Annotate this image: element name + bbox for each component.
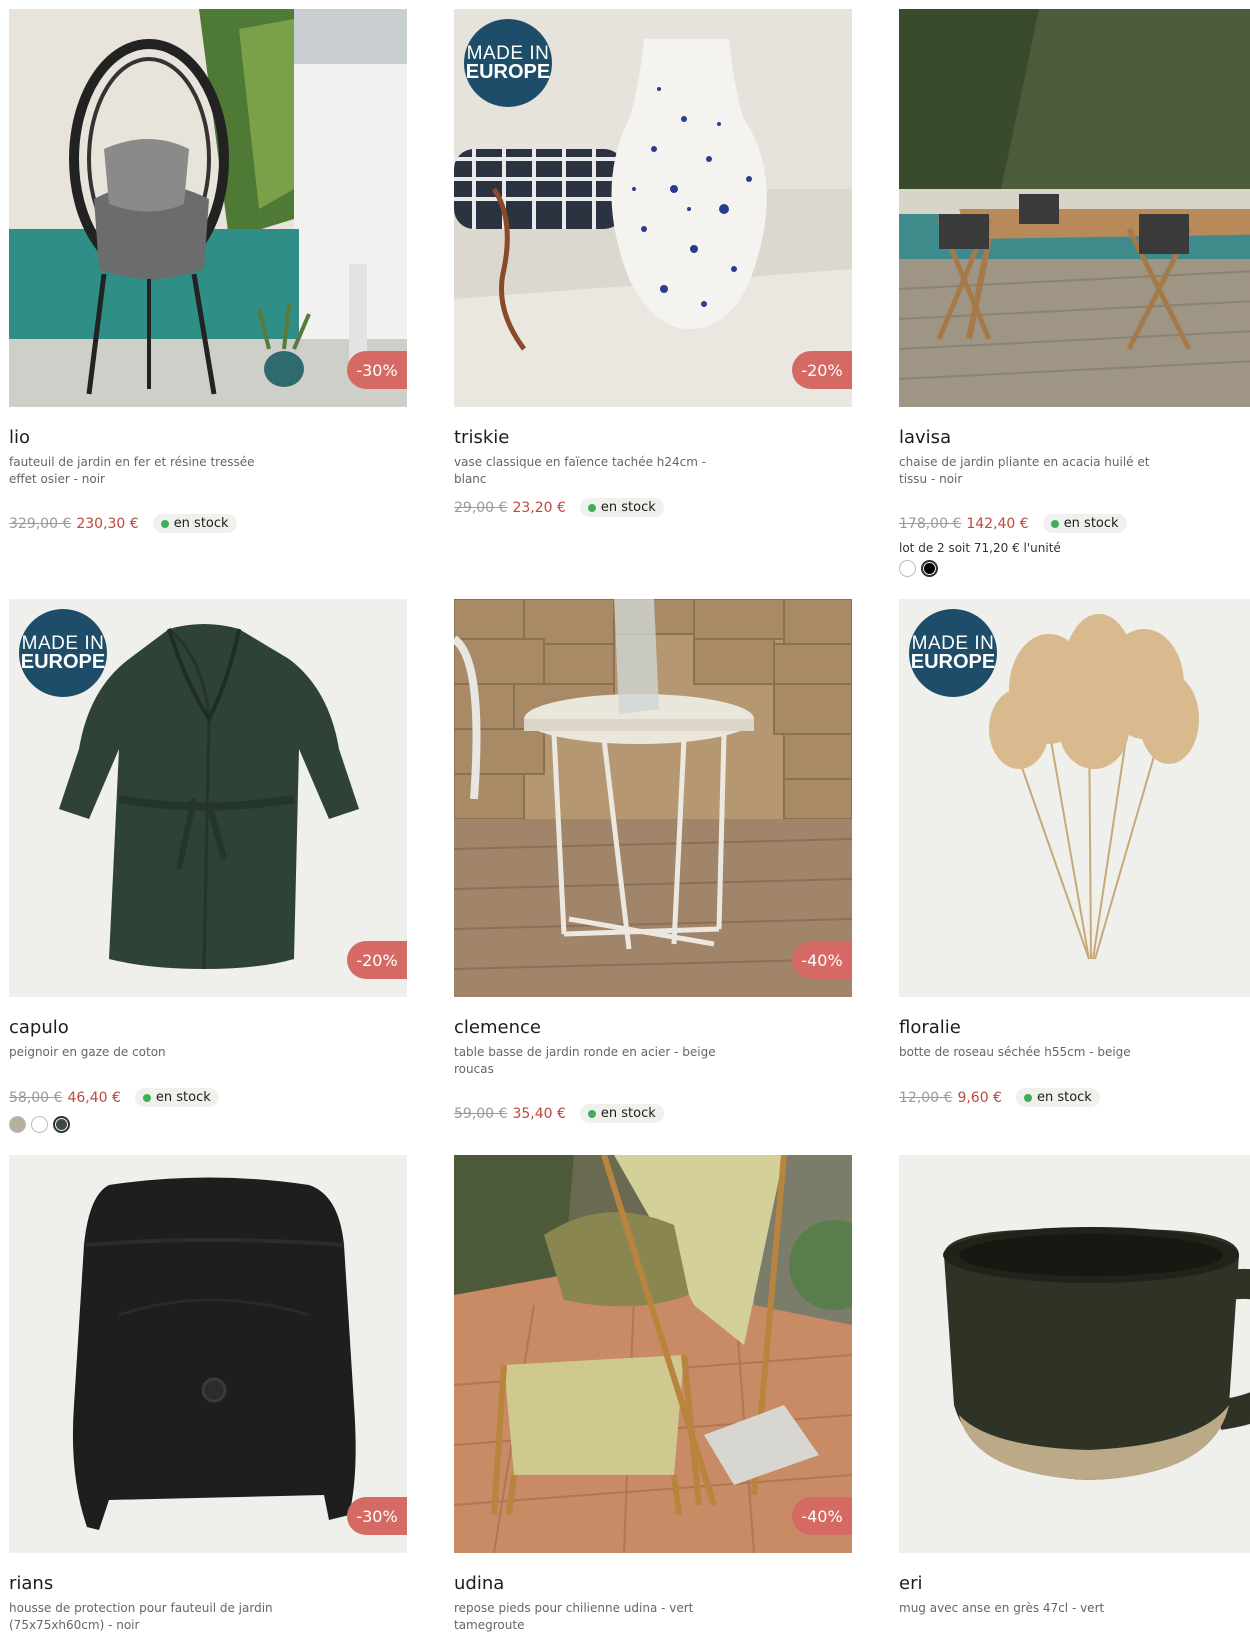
product-image-triskie[interactable]: MADE IN EUROPE -20% bbox=[454, 9, 852, 407]
swatch-white[interactable] bbox=[899, 560, 916, 577]
product-name[interactable]: eri bbox=[899, 1573, 922, 1594]
sale-price: 46,40 € bbox=[67, 1089, 121, 1106]
price-row: 58,00 € 46,40 € en stock bbox=[9, 1088, 219, 1107]
discount-badge: -30% bbox=[347, 1497, 407, 1535]
price-row: 29,00 € 23,20 € en stock bbox=[454, 498, 664, 517]
color-swatches bbox=[899, 560, 938, 577]
product-card-triskie[interactable]: MADE IN EUROPE -20% triskie vase classiqu… bbox=[454, 9, 852, 517]
discount-badge: -40% bbox=[792, 941, 852, 979]
old-price: 329,00 € bbox=[9, 515, 72, 532]
product-description: housse de protection pour fauteuil de ja… bbox=[9, 1601, 273, 1632]
price-row: 178,00 € 142,40 € en stock bbox=[899, 514, 1127, 533]
product-card-udina[interactable]: -40% udina repose pieds pour chilienne u… bbox=[454, 1155, 852, 1632]
swatch-black[interactable] bbox=[921, 560, 938, 577]
old-price: 178,00 € bbox=[899, 515, 962, 532]
product-image-clemence[interactable]: -40% bbox=[454, 599, 852, 997]
sale-price: 35,40 € bbox=[512, 1105, 566, 1122]
discount-badge: -30% bbox=[347, 351, 407, 389]
price-row: 329,00 € 230,30 € en stock bbox=[9, 514, 237, 533]
lot-price-note: lot de 2 soit 71,20 € l'unité bbox=[899, 541, 1061, 555]
price-row: 12,00 € 9,60 € en stock bbox=[899, 1088, 1100, 1107]
stock-badge: en stock bbox=[1042, 514, 1127, 533]
product-description: mug avec anse en grès 47cl - vert bbox=[899, 1601, 1105, 1615]
product-name[interactable]: lavisa bbox=[899, 427, 951, 448]
product-description: fauteuil de jardin en fer et résine tres… bbox=[9, 455, 255, 486]
product-name[interactable]: lio bbox=[9, 427, 30, 448]
product-description: botte de roseau séchée h55cm - beige bbox=[899, 1045, 1131, 1059]
product-description: chaise de jardin pliante en acacia huilé… bbox=[899, 455, 1150, 486]
product-name[interactable]: rians bbox=[9, 1573, 53, 1594]
product-card-lavisa[interactable]: lavisa chaise de jardin pliante en acaci… bbox=[899, 9, 1250, 577]
old-price: 58,00 € bbox=[9, 1089, 63, 1106]
product-name[interactable]: triskie bbox=[454, 427, 509, 448]
color-swatches bbox=[9, 1116, 70, 1133]
chair-cover-image bbox=[9, 1155, 407, 1553]
old-price: 59,00 € bbox=[454, 1105, 508, 1122]
product-image-udina[interactable]: -40% bbox=[454, 1155, 852, 1553]
stock-badge: en stock bbox=[152, 514, 237, 533]
sale-price: 23,20 € bbox=[512, 499, 566, 516]
product-card-capulo[interactable]: MADE IN EUROPE -20% capulo peignoir en ga… bbox=[9, 599, 407, 1133]
made-in-europe-badge: MADE IN EUROPE bbox=[19, 609, 107, 697]
product-image-capulo[interactable]: MADE IN EUROPE -20% bbox=[9, 599, 407, 997]
sale-price: 230,30 € bbox=[76, 515, 139, 532]
price-row: 59,00 € 35,40 € en stock bbox=[454, 1104, 664, 1123]
product-card-lio[interactable]: -30% lio fauteuil de jardin en fer et ré… bbox=[9, 9, 407, 533]
swatch-green[interactable] bbox=[53, 1116, 70, 1133]
product-image-lavisa[interactable] bbox=[899, 9, 1250, 407]
footrest-image bbox=[454, 1155, 852, 1553]
product-image-lio[interactable]: -30% bbox=[9, 9, 407, 407]
product-name[interactable]: clemence bbox=[454, 1017, 541, 1038]
stock-dot-icon bbox=[1023, 1093, 1032, 1102]
stock-badge: en stock bbox=[1015, 1088, 1100, 1107]
stock-dot-icon bbox=[1050, 519, 1059, 528]
product-image-floralie[interactable]: MADE IN EUROPE bbox=[899, 599, 1250, 997]
product-description: repose pieds pour chilienne udina - vert… bbox=[454, 1601, 694, 1632]
sale-price: 9,60 € bbox=[957, 1089, 1002, 1106]
egg-chair-image bbox=[9, 9, 407, 407]
garden-chairs-image bbox=[899, 9, 1250, 407]
product-image-eri[interactable] bbox=[899, 1155, 1250, 1553]
stock-dot-icon bbox=[160, 519, 169, 528]
stock-badge: en stock bbox=[579, 498, 664, 517]
mug-image bbox=[899, 1155, 1250, 1553]
stock-dot-icon bbox=[142, 1093, 151, 1102]
product-image-rians[interactable]: -30% bbox=[9, 1155, 407, 1553]
product-description: table basse de jardin ronde en acier - b… bbox=[454, 1045, 716, 1076]
product-description: peignoir en gaze de coton bbox=[9, 1045, 166, 1059]
swatch-white[interactable] bbox=[31, 1116, 48, 1133]
sale-price: 142,40 € bbox=[966, 515, 1029, 532]
old-price: 12,00 € bbox=[899, 1089, 953, 1106]
stock-badge: en stock bbox=[579, 1104, 664, 1123]
product-name[interactable]: floralie bbox=[899, 1017, 961, 1038]
swatch-beige[interactable] bbox=[9, 1116, 26, 1133]
side-table-image bbox=[454, 599, 852, 997]
stock-dot-icon bbox=[587, 503, 596, 512]
made-in-europe-badge: MADE IN EUROPE bbox=[909, 609, 997, 697]
product-card-eri[interactable]: eri mug avec anse en grès 47cl - vert bbox=[899, 1155, 1250, 1615]
product-card-clemence[interactable]: -40% clemence table basse de jardin rond… bbox=[454, 599, 852, 1123]
product-card-rians[interactable]: -30% rians housse de protection pour fau… bbox=[9, 1155, 407, 1632]
product-name[interactable]: udina bbox=[454, 1573, 504, 1594]
discount-badge: -40% bbox=[792, 1497, 852, 1535]
product-name[interactable]: capulo bbox=[9, 1017, 69, 1038]
product-card-floralie[interactable]: MADE IN EUROPE floralie botte de roseau s… bbox=[899, 599, 1250, 1107]
old-price: 29,00 € bbox=[454, 499, 508, 516]
stock-dot-icon bbox=[587, 1109, 596, 1118]
stock-badge: en stock bbox=[134, 1088, 219, 1107]
discount-badge: -20% bbox=[347, 941, 407, 979]
discount-badge: -20% bbox=[792, 351, 852, 389]
made-in-europe-badge: MADE IN EUROPE bbox=[464, 19, 552, 107]
product-description: vase classique en faïence tachée h24cm -… bbox=[454, 455, 707, 486]
